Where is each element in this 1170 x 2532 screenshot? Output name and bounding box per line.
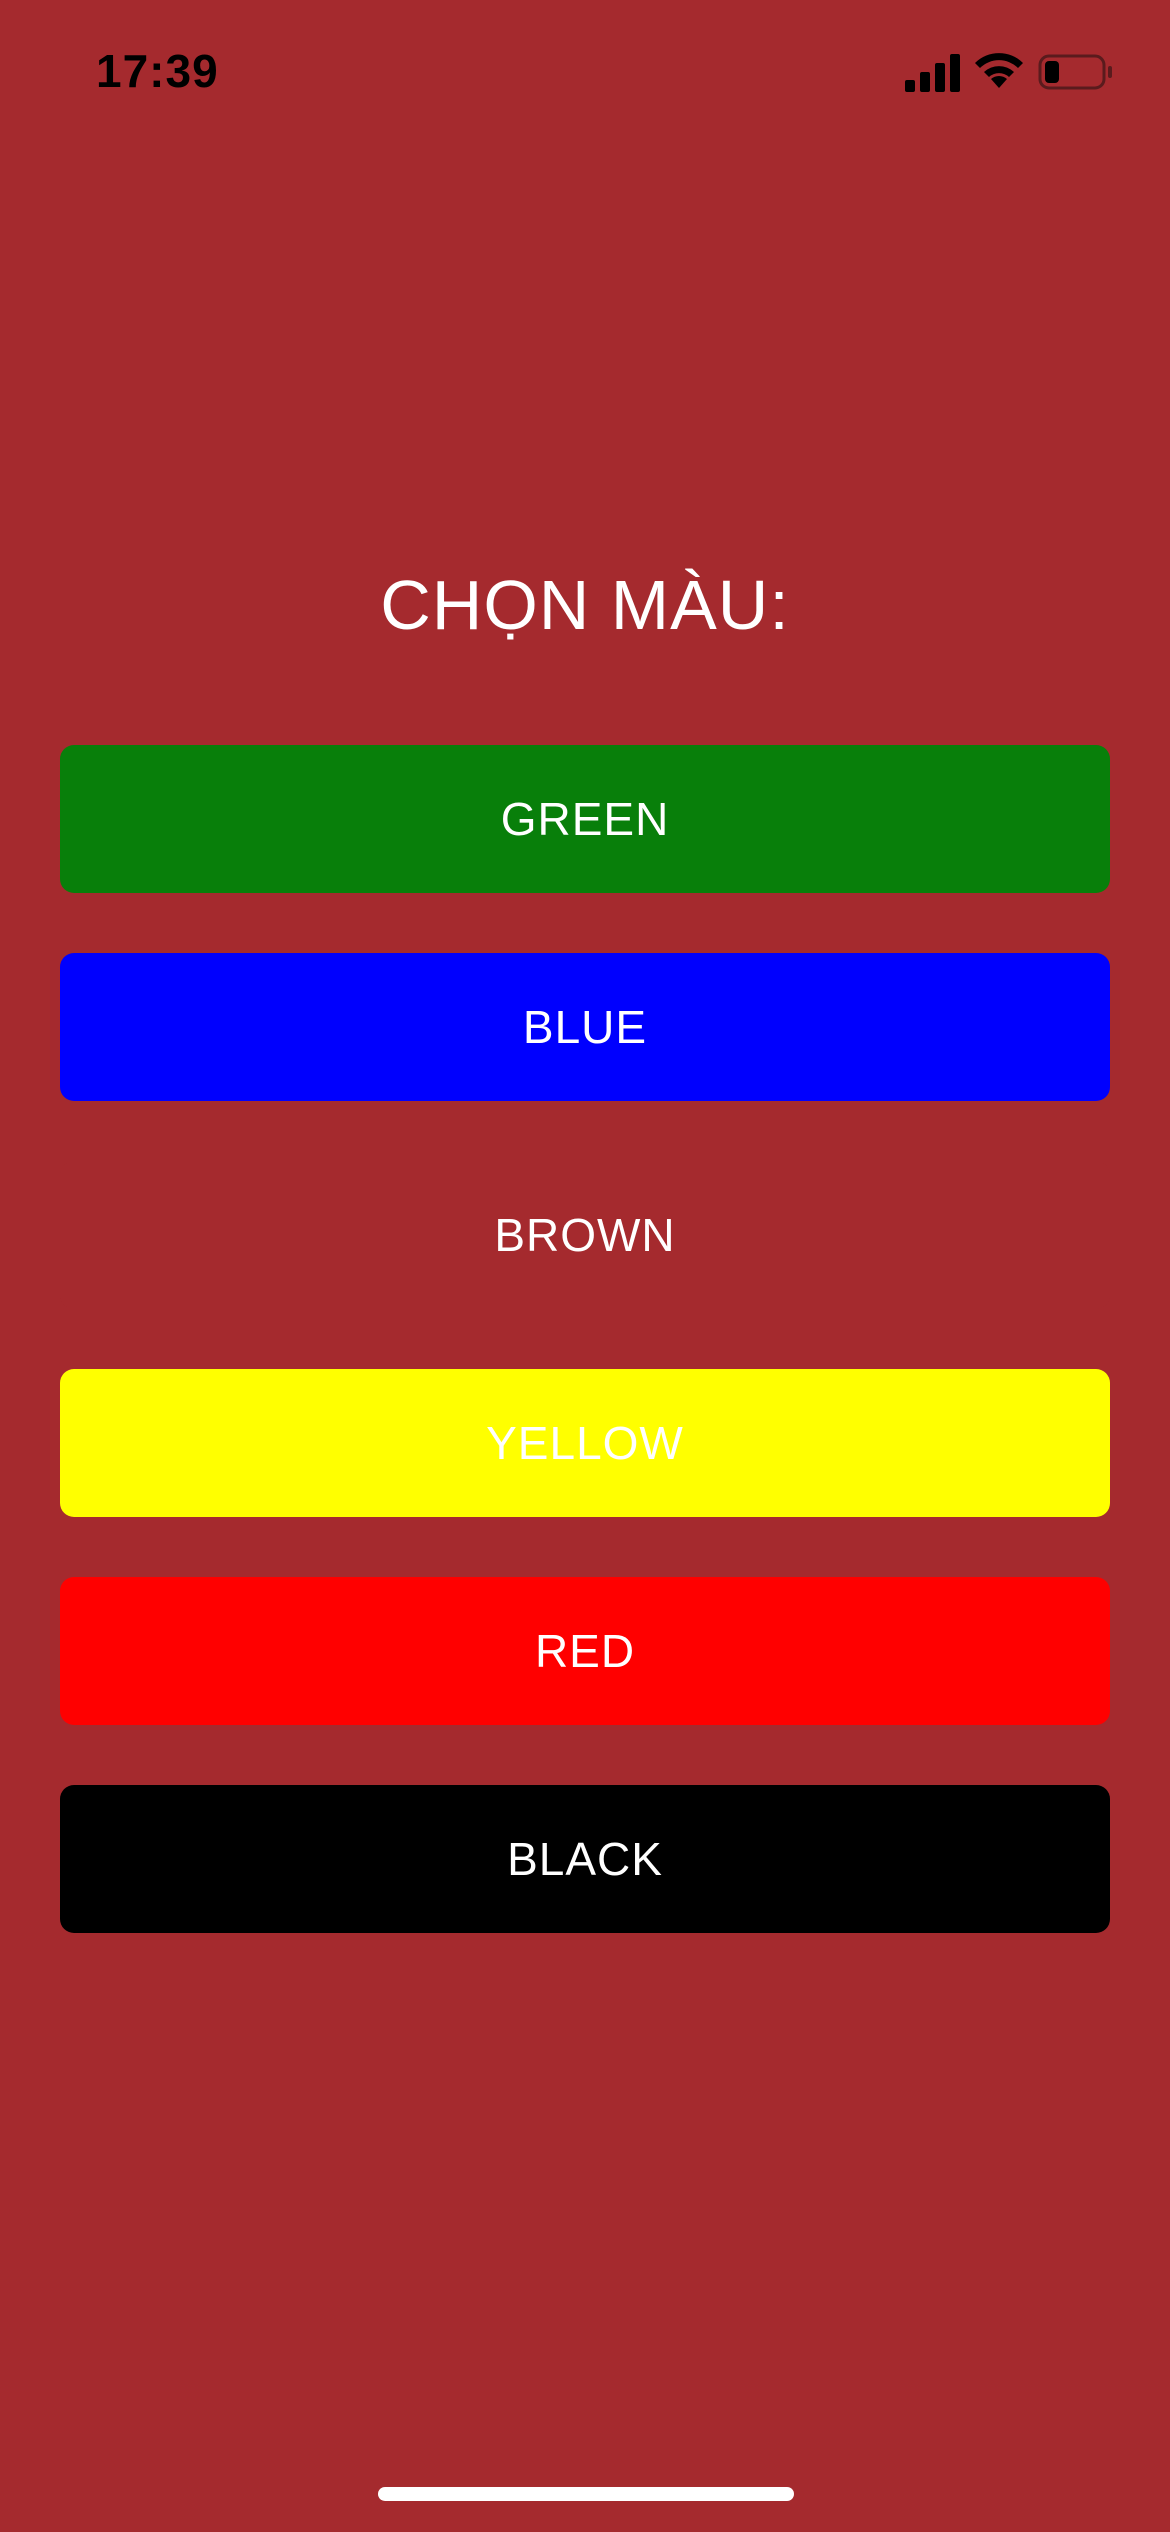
brown-button[interactable]: BROWN bbox=[60, 1161, 1110, 1309]
status-time: 17:39 bbox=[96, 45, 219, 97]
battery-icon bbox=[1038, 54, 1112, 90]
wifi-icon bbox=[975, 53, 1023, 88]
home-indicator[interactable] bbox=[378, 2487, 794, 2501]
black-button[interactable]: BLACK bbox=[60, 1785, 1110, 1933]
green-button[interactable]: GREEN bbox=[60, 745, 1110, 893]
yellow-button[interactable]: YELLOW bbox=[60, 1369, 1110, 1517]
red-button[interactable]: RED bbox=[60, 1577, 1110, 1725]
blue-button[interactable]: BLUE bbox=[60, 953, 1110, 1101]
signal-icon bbox=[905, 54, 960, 92]
page-title: CHỌN MÀU: bbox=[380, 566, 790, 644]
status-bar: 17:39 bbox=[0, 0, 1170, 140]
